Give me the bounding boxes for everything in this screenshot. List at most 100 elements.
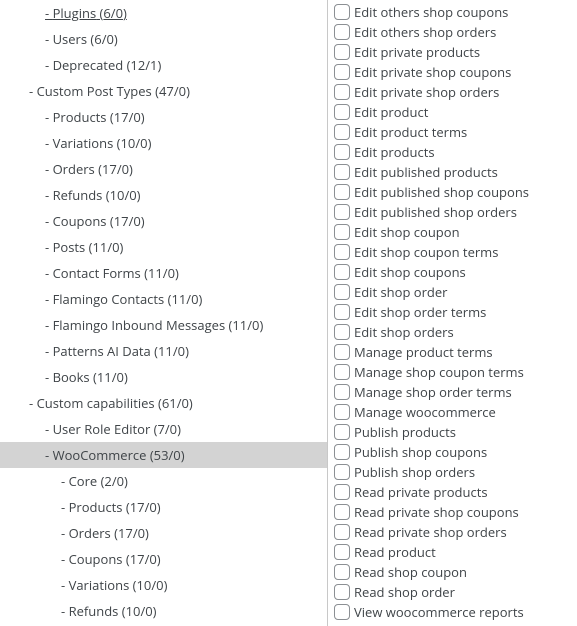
tree-item-refunds[interactable]: - Refunds (10/0) — [0, 182, 327, 208]
capability-row: Edit shop orders — [332, 322, 577, 342]
capability-checkbox-edit-products[interactable] — [334, 144, 350, 160]
capability-row: Edit private shop coupons — [332, 62, 577, 82]
tree-item-variations[interactable]: - Variations (10/0) — [0, 130, 327, 156]
capability-checkbox-edit-private-shop-coupons[interactable] — [334, 64, 350, 80]
capability-label[interactable]: Read product — [354, 542, 436, 562]
tree-item-books[interactable]: - Books (11/0) — [0, 364, 327, 390]
capability-checkbox-edit-others-shop-orders[interactable] — [334, 24, 350, 40]
capability-checkbox-edit-published-shop-coupons[interactable] — [334, 184, 350, 200]
capability-checkbox-edit-shop-orders[interactable] — [334, 324, 350, 340]
capability-row: Read shop order — [332, 582, 577, 602]
tree-item-core[interactable]: - Core (2/0) — [0, 468, 327, 494]
tree-dash-icon: - — [45, 134, 53, 152]
tree-dash-icon: - — [45, 238, 53, 256]
capability-row: Read private shop coupons — [332, 502, 577, 522]
capability-label[interactable]: Edit others shop orders — [354, 22, 496, 42]
capability-label[interactable]: Read shop coupon — [354, 562, 467, 582]
capability-label[interactable]: Publish products — [354, 422, 456, 442]
tree-item-coupons[interactable]: - Coupons (17/0) — [0, 208, 327, 234]
tree-item-count: 10/0 — [136, 576, 163, 594]
tree-item-users[interactable]: - Users (6/0) — [0, 26, 327, 52]
capability-label[interactable]: Publish shop coupons — [354, 442, 487, 462]
capability-checkbox-manage-product-terms[interactable] — [334, 344, 350, 360]
capability-label[interactable]: Publish shop orders — [354, 462, 475, 482]
tree-item-coupons[interactable]: - Coupons (17/0) — [0, 546, 327, 572]
capability-checkbox-edit-shop-order-terms[interactable] — [334, 304, 350, 320]
tree-dash-icon: - — [61, 472, 69, 490]
capability-checkbox-publish-shop-orders[interactable] — [334, 464, 350, 480]
capability-checkbox-manage-woocommerce[interactable] — [334, 404, 350, 420]
capability-label[interactable]: Edit shop coupon terms — [354, 242, 498, 262]
tree-dash-icon: - — [45, 186, 53, 204]
capability-label[interactable]: Edit private shop orders — [354, 82, 499, 102]
tree-item-refunds[interactable]: - Refunds (10/0) — [0, 598, 327, 624]
capability-label[interactable]: Edit shop coupons — [354, 262, 466, 282]
capability-checkbox-view-woocommerce-reports[interactable] — [334, 604, 350, 620]
tree-item-patterns-ai-data[interactable]: - Patterns AI Data (11/0) — [0, 338, 327, 364]
capability-label[interactable]: Edit shop coupon — [354, 222, 460, 242]
capability-checkbox-read-product[interactable] — [334, 544, 350, 560]
tree-dash-icon: - — [45, 212, 53, 230]
capability-label[interactable]: Manage shop order terms — [354, 382, 512, 402]
tree-item-orders[interactable]: - Orders (17/0) — [0, 520, 327, 546]
tree-item-contact-forms[interactable]: - Contact Forms (11/0) — [0, 260, 327, 286]
capability-checkbox-read-shop-order[interactable] — [334, 584, 350, 600]
capability-label[interactable]: Edit shop orders — [354, 322, 454, 342]
capability-label[interactable]: Edit product — [354, 102, 428, 122]
capability-label[interactable]: Edit private products — [354, 42, 480, 62]
capability-checkbox-read-private-shop-coupons[interactable] — [334, 504, 350, 520]
capability-checkbox-edit-published-shop-orders[interactable] — [334, 204, 350, 220]
capability-checkbox-edit-product[interactable] — [334, 104, 350, 120]
capability-label[interactable]: Read shop order — [354, 582, 455, 602]
capability-checkbox-edit-others-shop-coupons[interactable] — [334, 4, 350, 20]
capability-checkbox-edit-product-terms[interactable] — [334, 124, 350, 140]
capability-checkbox-edit-private-products[interactable] — [334, 44, 350, 60]
capability-label[interactable]: Edit others shop coupons — [354, 2, 508, 22]
capability-label[interactable]: Edit shop order terms — [354, 302, 486, 322]
tree-item-orders[interactable]: - Orders (17/0) — [0, 156, 327, 182]
tree-item-count: 53/0 — [154, 446, 181, 464]
capability-checkbox-manage-shop-order-terms[interactable] — [334, 384, 350, 400]
tree-item-products[interactable]: - Products (17/0) — [0, 494, 327, 520]
capability-checkbox-publish-shop-coupons[interactable] — [334, 444, 350, 460]
capability-label[interactable]: Edit published shop coupons — [354, 182, 529, 202]
tree-item-custom-capabilities[interactable]: - Custom capabilities (61/0) — [0, 390, 327, 416]
capability-label[interactable]: Edit shop order — [354, 282, 448, 302]
capability-row: Edit shop coupon — [332, 222, 577, 242]
capability-label[interactable]: Edit published shop orders — [354, 202, 517, 222]
capability-checkbox-read-shop-coupon[interactable] — [334, 564, 350, 580]
capability-label[interactable]: Edit published products — [354, 162, 498, 182]
capability-label[interactable]: Manage product terms — [354, 342, 493, 362]
capability-checkbox-manage-shop-coupon-terms[interactable] — [334, 364, 350, 380]
tree-item-user-role-editor[interactable]: - User Role Editor (7/0) — [0, 416, 327, 442]
capability-label[interactable]: View woocommerce reports — [354, 602, 524, 622]
tree-item-flamingo-contacts[interactable]: - Flamingo Contacts (11/0) — [0, 286, 327, 312]
capability-label[interactable]: Manage woocommerce — [354, 402, 496, 422]
capability-checkbox-edit-published-products[interactable] — [334, 164, 350, 180]
capability-checkbox-publish-products[interactable] — [334, 424, 350, 440]
capability-checkbox-edit-shop-coupon-terms[interactable] — [334, 244, 350, 260]
capability-row: Manage shop order terms — [332, 382, 577, 402]
capability-label[interactable]: Edit products — [354, 142, 435, 162]
tree-dash-icon: - — [45, 30, 53, 48]
tree-item-products[interactable]: - Products (17/0) — [0, 104, 327, 130]
capability-checkbox-read-private-shop-orders[interactable] — [334, 524, 350, 540]
capability-checkbox-edit-private-shop-orders[interactable] — [334, 84, 350, 100]
tree-item-posts[interactable]: - Posts (11/0) — [0, 234, 327, 260]
capability-label[interactable]: Read private products — [354, 482, 488, 502]
tree-item-custom-post-types[interactable]: - Custom Post Types (47/0) — [0, 78, 327, 104]
capability-checkbox-read-private-products[interactable] — [334, 484, 350, 500]
tree-item-deprecated[interactable]: - Deprecated (12/1) — [0, 52, 327, 78]
capability-label[interactable]: Edit private shop coupons — [354, 62, 511, 82]
tree-item-variations[interactable]: - Variations (10/0) — [0, 572, 327, 598]
capability-label[interactable]: Edit product terms — [354, 122, 467, 142]
capability-label[interactable]: Read private shop coupons — [354, 502, 519, 522]
capability-checkbox-edit-shop-order[interactable] — [334, 284, 350, 300]
tree-item-woocommerce[interactable]: - WooCommerce (53/0) — [0, 442, 327, 468]
tree-item-flamingo-inbound-messages[interactable]: - Flamingo Inbound Messages (11/0) — [0, 312, 327, 338]
capability-checkbox-edit-shop-coupons[interactable] — [334, 264, 350, 280]
capability-label[interactable]: Read private shop orders — [354, 522, 507, 542]
capability-checkbox-edit-shop-coupon[interactable] — [334, 224, 350, 240]
capability-label[interactable]: Manage shop coupon terms — [354, 362, 524, 382]
tree-item-plugins[interactable]: - Plugins (6/0) — [0, 0, 327, 26]
